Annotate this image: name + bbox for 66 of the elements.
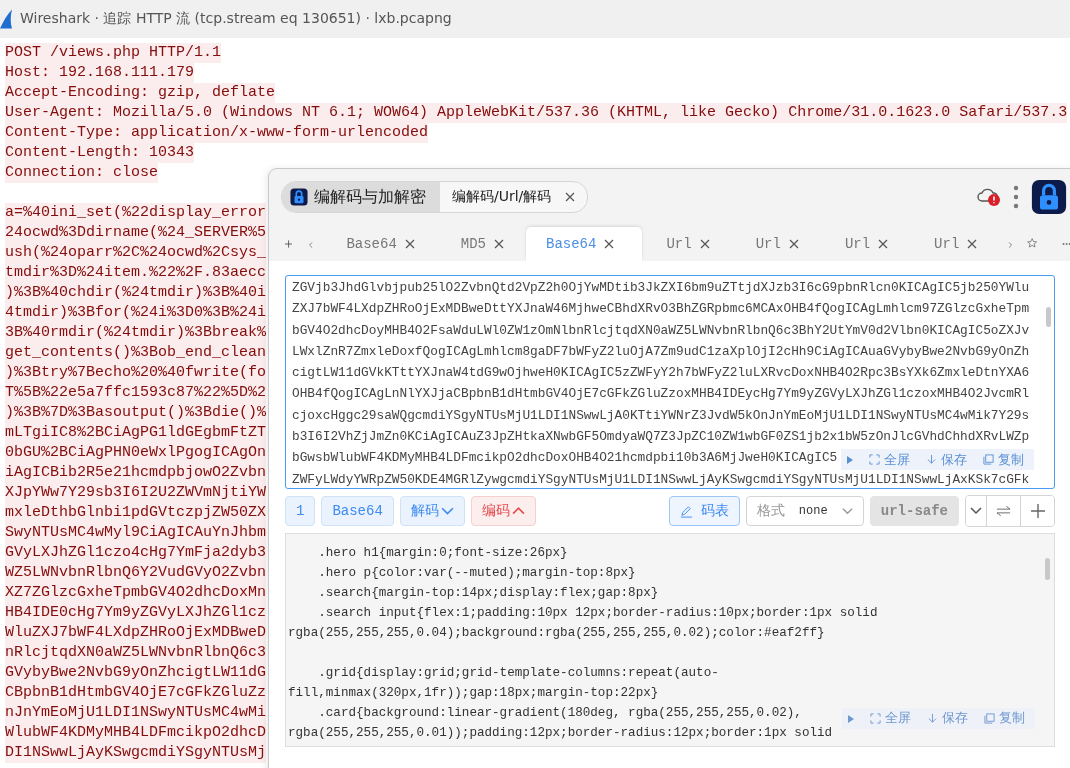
fullscreen-icon xyxy=(870,713,881,724)
tab[interactable]: Url xyxy=(731,227,821,261)
plus-icon[interactable] xyxy=(285,237,293,251)
tab[interactable]: MD5 xyxy=(436,227,526,261)
pen-icon xyxy=(679,504,693,518)
close-icon[interactable] xyxy=(604,239,615,249)
close-icon[interactable] xyxy=(967,239,978,249)
add-button[interactable] xyxy=(1020,496,1054,526)
scrollbar[interactable] xyxy=(1045,558,1050,580)
mode-button[interactable]: Base64 xyxy=(321,496,394,526)
close-icon[interactable] xyxy=(565,192,576,202)
url-safe-button[interactable]: url-safe xyxy=(869,496,959,526)
chevron-right-icon xyxy=(1007,239,1014,251)
fullscreen-icon xyxy=(869,454,880,465)
download-icon xyxy=(926,454,937,465)
code-line: .hero p{color:var(--muted);margin-top:8px} xyxy=(317,565,636,582)
play-icon xyxy=(847,455,853,464)
shark-fin-icon xyxy=(0,9,12,29)
code-line: fill,minmax(320px,1fr));gap:18px;margin-top:22px} xyxy=(288,685,659,702)
copy-icon xyxy=(984,713,995,724)
scrollbar[interactable] xyxy=(1046,307,1051,327)
close-icon[interactable] xyxy=(494,239,504,249)
close-icon[interactable] xyxy=(699,239,710,249)
code-line: .card{background:linear-gradient(180deg, rgba(255,255,255,0.02), xyxy=(317,705,802,722)
save-button[interactable]: 保存 xyxy=(926,451,967,468)
close-icon[interactable] xyxy=(404,239,415,249)
more-icon[interactable] xyxy=(1061,241,1070,247)
decode-button[interactable]: 解码 xyxy=(399,496,465,526)
tab[interactable]: Url xyxy=(642,227,732,261)
breadcrumb-root[interactable]: 编解码与加解密 xyxy=(282,182,440,212)
breadcrumb-root-label: 编解码与加解密 xyxy=(314,186,426,208)
copy-button[interactable]: 复制 xyxy=(984,710,1025,727)
fullscreen-button[interactable]: 全屏 xyxy=(870,710,911,727)
code-line: .hero h1{margin:0;font-size:26px} xyxy=(317,545,568,562)
code-line: rgba(255,255,255,0.01));padding:12px;border-radius:12px;border:1px solid xyxy=(288,725,833,742)
format-select[interactable]: 格式 none xyxy=(745,496,864,526)
window-title: Wireshark · 追踪 HTTP 流 (tcp.stream eq 130651) · lxb.pcapng xyxy=(20,10,452,28)
plus-icon xyxy=(1030,504,1045,518)
encode-button[interactable]: 编码 xyxy=(470,496,536,526)
cloud-alert-icon[interactable] xyxy=(977,187,1001,207)
code-line: .search{margin-top:14px;display:flex;gap:8px} xyxy=(317,585,659,602)
save-button[interactable]: 保存 xyxy=(927,710,968,727)
code-line: rgba(255,255,255,0.04);background:rgba(255,255,255,0.02);color:#eaf2ff} xyxy=(288,625,825,642)
chevron-down-icon xyxy=(970,505,982,517)
line-number-button[interactable]: 1 xyxy=(285,496,316,526)
tab[interactable]: Url xyxy=(910,227,1000,261)
chevron-left-icon xyxy=(308,239,315,251)
app-icon[interactable] xyxy=(1031,179,1067,215)
tab[interactable]: Url xyxy=(820,227,911,261)
play-icon xyxy=(848,714,854,723)
chevron-down-icon xyxy=(841,505,853,517)
tab[interactable]: Base64 xyxy=(322,227,437,261)
charset-button[interactable]: 码表 xyxy=(668,496,740,526)
swap-icon xyxy=(996,505,1011,517)
more-icon[interactable] xyxy=(1013,185,1019,209)
code-line: .search input{flex:1;padding:10px 12px;border-radius:10px;border:1px solid xyxy=(317,605,878,622)
breadcrumb-current[interactable]: 编解码/Url/解码 xyxy=(452,188,552,206)
close-icon[interactable] xyxy=(788,239,799,249)
copy-icon xyxy=(983,454,994,465)
copy-button[interactable]: 复制 xyxy=(983,451,1024,468)
tab[interactable]: Base64 xyxy=(526,227,643,261)
lock-icon xyxy=(290,188,308,206)
download-icon xyxy=(927,713,938,724)
code-line: .grid{display:grid;grid-template-columns:repeat(auto- xyxy=(317,665,719,682)
fullscreen-button[interactable]: 全屏 xyxy=(869,451,910,468)
close-icon[interactable] xyxy=(878,239,889,249)
